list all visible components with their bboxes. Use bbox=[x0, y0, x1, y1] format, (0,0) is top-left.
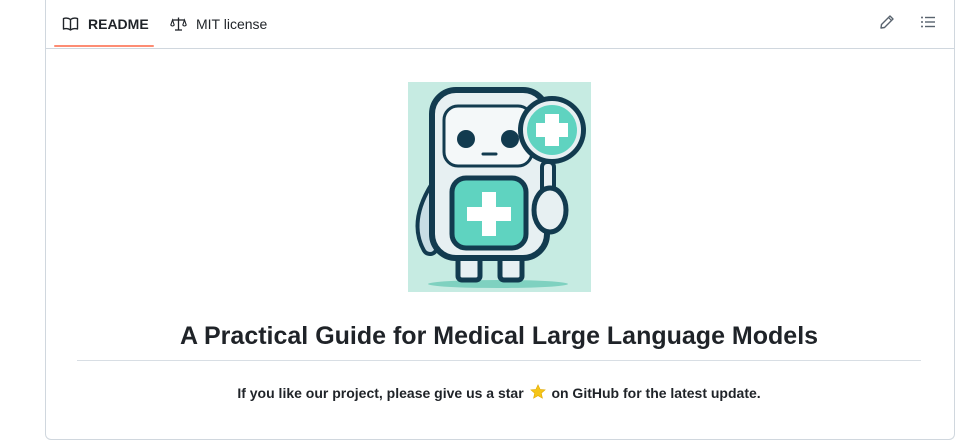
outline-button[interactable] bbox=[918, 14, 938, 34]
book-icon bbox=[62, 16, 80, 32]
list-icon bbox=[920, 14, 936, 35]
tab-license-label: MIT license bbox=[196, 16, 268, 32]
star-request-suffix: on GitHub for the latest update. bbox=[551, 385, 761, 401]
tab-license[interactable]: MIT license bbox=[162, 0, 275, 48]
readme-title: A Practical Guide for Medical Large Lang… bbox=[77, 318, 921, 361]
star-icon bbox=[529, 384, 546, 405]
pencil-icon bbox=[879, 14, 895, 35]
tab-readme[interactable]: README bbox=[54, 0, 157, 48]
star-request-text: If you like our project, please give us … bbox=[77, 383, 921, 405]
scale-icon bbox=[170, 16, 188, 32]
edit-readme-button[interactable] bbox=[877, 14, 897, 34]
star-request-prefix: If you like our project, please give us … bbox=[237, 385, 524, 401]
active-tab-indicator bbox=[54, 45, 154, 47]
project-logo-robot bbox=[408, 82, 591, 292]
readme-tab-bar: README MIT license bbox=[46, 0, 954, 49]
tab-readme-label: README bbox=[88, 16, 149, 32]
